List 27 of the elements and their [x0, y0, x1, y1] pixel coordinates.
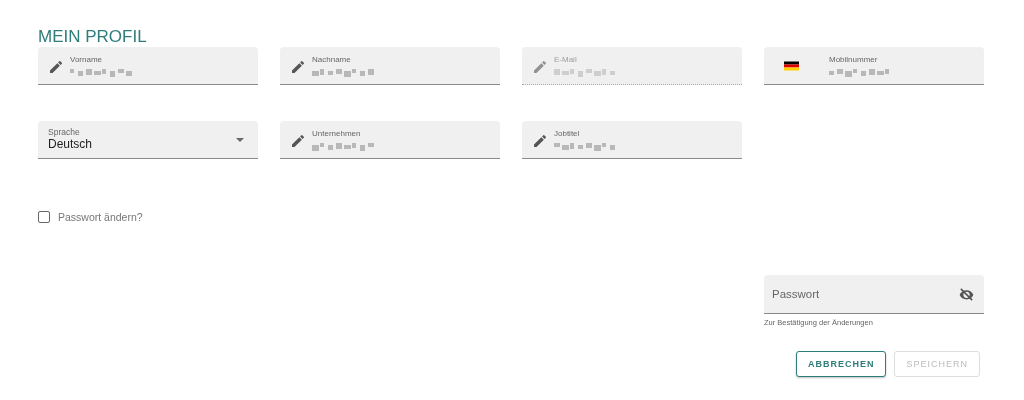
pencil-icon [290, 58, 306, 75]
caret-icon [236, 137, 244, 142]
field-label: Unternehmen [312, 128, 362, 139]
field-label: Jobtitel [554, 128, 581, 139]
pencil-icon [290, 132, 306, 149]
pencil-icon [532, 58, 548, 75]
checkbox[interactable] [38, 211, 50, 223]
language-select[interactable]: Sprache Deutsch [38, 121, 258, 159]
checkbox-label: Passwort ändern? [58, 211, 143, 223]
field-value: Deutsch [48, 137, 94, 152]
input-field[interactable]: Jobtitel [522, 121, 742, 159]
field-label: Nachname [312, 54, 352, 65]
pencil-icon [532, 132, 548, 149]
page-title: MEIN PROFIL [38, 27, 148, 47]
eye-off-icon[interactable] [959, 288, 974, 301]
cancel-button[interactable]: ABBRECHEN [795, 351, 887, 377]
password-field[interactable]: Passwort [764, 275, 984, 314]
input-field[interactable]: Vorname [38, 47, 258, 85]
input-field[interactable]: Mobilnummer [764, 47, 984, 85]
input-field[interactable]: Nachname [280, 47, 500, 85]
field-label: Vorname [70, 54, 104, 65]
pencil-icon [48, 58, 64, 75]
field-label: Sprache [48, 127, 81, 137]
input-field[interactable]: Unternehmen [280, 121, 500, 159]
field-label: E-Mail [554, 54, 578, 65]
field-label: Mobilnummer [829, 54, 879, 65]
flag-icon [784, 60, 799, 71]
